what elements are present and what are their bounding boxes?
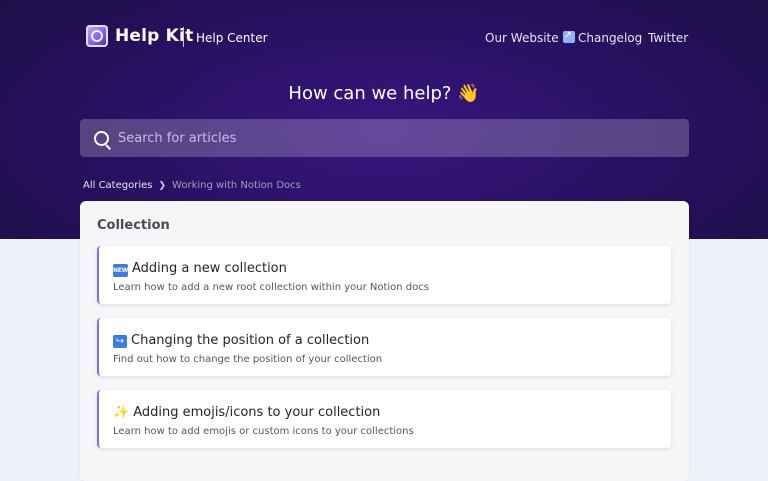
nav-link-label: Our Website (485, 31, 559, 45)
hero-title: How can we help? 👋 (288, 83, 480, 104)
article-title: ↪ Changing the position of a collection (113, 332, 369, 349)
article-title-text: Changing the position of a collection (131, 333, 370, 348)
nav-link-our-website[interactable]: Our Website (485, 29, 575, 46)
article-card-adding-emojis[interactable]: ✨ Adding emojis/icons to your collection … (97, 390, 671, 448)
external-link-icon (562, 29, 575, 43)
article-title-text: Adding a new collection (132, 261, 287, 276)
article-card-changing-position[interactable]: ↪ Changing the position of a collection F… (97, 318, 671, 376)
breadcrumb-current: Working with Notion Docs (172, 180, 301, 191)
brand-name[interactable]: Help Kit (115, 25, 193, 47)
brand-subtitle[interactable]: Help Center (196, 30, 268, 46)
new-badge-icon: NEW (113, 264, 128, 277)
sparkles-icon: ✨ (113, 405, 130, 420)
site-header: Help Kit Help Center Our Website Changel… (0, 0, 768, 76)
article-title-text: Adding emojis/icons to your collection (133, 405, 381, 420)
return-arrow-icon: ↪ (113, 335, 127, 348)
article-card-adding-new-collection[interactable]: NEW Adding a new collection Learn how to … (97, 246, 671, 304)
article-description: Find out how to change the position of y… (113, 354, 383, 365)
article-title: NEW Adding a new collection (113, 260, 287, 277)
search-box[interactable] (80, 119, 689, 157)
search-input[interactable] (118, 119, 678, 157)
brand-divider (183, 27, 184, 47)
article-title: ✨ Adding emojis/icons to your collection (113, 404, 380, 421)
breadcrumb: All Categories ❯ Working with Notion Docs (83, 179, 301, 193)
breadcrumb-root-link[interactable]: All Categories (83, 180, 152, 191)
article-description: Learn how to add a new root collection w… (113, 282, 429, 293)
helpkit-logo-icon[interactable] (86, 25, 108, 47)
collection-title: Collection (97, 218, 170, 233)
search-icon (94, 131, 109, 146)
article-description: Learn how to add emojis or custom icons … (113, 426, 414, 437)
nav-link-changelog[interactable]: Changelog (578, 30, 642, 46)
chevron-right-icon: ❯ (158, 181, 167, 191)
nav-link-twitter[interactable]: Twitter (648, 30, 688, 46)
collection-panel: Collection NEW Adding a new collection Le… (80, 201, 689, 481)
